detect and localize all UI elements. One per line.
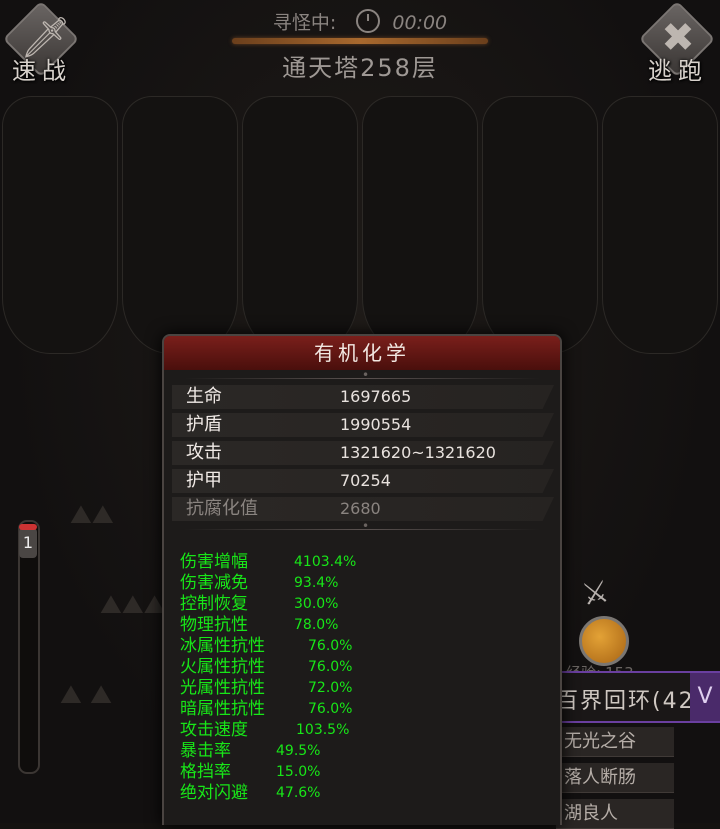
slider-handle[interactable]: 1 [19,524,37,558]
stat-label: 护盾 [186,414,222,435]
bonus-stat-value: 78.0% [294,617,339,633]
divider [184,519,540,533]
stat-row: 生命 1697665 [172,385,554,409]
bonus-stat-label: 伤害增幅 [180,552,248,572]
bonus-stat-value: 4103.4% [294,554,357,570]
bonus-stat-row: 伤害增幅 4103.4% [180,552,356,573]
bonus-stat-row: 暴击率 49.5% [180,741,320,762]
bonus-stat-row: 火属性抗性 76.0% [180,657,352,678]
bonus-stat-row: 伤害减免 93.4% [180,573,338,594]
monster-slot[interactable] [122,96,238,354]
map-list-item[interactable]: 落人断肠 [556,763,674,793]
map-selector[interactable]: 百界回环(42) V [556,671,720,723]
bonus-stat-label: 攻击速度 [180,720,248,740]
bonus-stat-value: 47.6% [276,785,321,801]
stat-row: 攻击 1321620~1321620 [172,441,554,465]
map-sketch: ⛰⛰ [70,500,114,530]
bonus-stat-label: 冰属性抗性 [180,636,265,656]
bonus-stat-value: 76.0% [308,659,353,675]
search-progress-bar [232,38,488,44]
search-label: 寻怪中: [272,12,337,34]
bonus-stat-row: 攻击速度 103.5% [180,720,349,741]
stat-label: 攻击 [186,442,222,463]
stat-label: 生命 [186,386,222,407]
stat-value: 70254 [340,471,391,490]
stat-value: 2680 [340,499,381,518]
monster-name: 有机化学 [164,336,560,370]
bonus-stat-value: 103.5% [296,722,350,738]
bonus-stat-label: 暗属性抗性 [180,699,265,719]
bonus-stat-value: 76.0% [308,638,353,654]
stat-row: 护盾 1990554 [172,413,554,437]
bonus-stat-row: 格挡率 15.0% [180,762,320,783]
bonus-stat-row: 冰属性抗性 76.0% [180,636,352,657]
bonus-stat-row: 暗属性抗性 76.0% [180,699,352,720]
bonus-stat-row: 绝对闪避 47.6% [180,783,320,804]
clock-icon [356,9,381,33]
map-list-item[interactable]: 湖良人 [556,799,674,829]
bonus-stat-value: 30.0% [294,596,339,612]
floor-title: 通天塔258层 [282,54,438,82]
progress-fill [232,38,488,44]
stat-label: 护甲 [186,470,222,491]
bonus-stat-label: 火属性抗性 [180,657,265,677]
bonus-stat-label: 绝对闪避 [180,783,248,803]
bonus-stat-row: 控制恢复 30.0% [180,594,338,615]
bonus-stat-value: 15.0% [276,764,321,780]
bonus-stat-label: 控制恢复 [180,594,248,614]
stat-value: 1321620~1321620 [340,443,496,462]
monster-slot[interactable] [2,96,118,354]
divider [184,368,540,382]
bonus-stat-row: 物理抗性 78.0% [180,615,338,636]
bonus-stat-value: 93.4% [294,575,339,591]
bonus-stat-label: 物理抗性 [180,615,248,635]
gold-medal-icon[interactable] [579,616,629,666]
stat-row: 护甲 70254 [172,469,554,493]
bonus-stat-row: 光属性抗性 72.0% [180,678,352,699]
search-timer: 00:00 [392,12,448,34]
bonus-stat-label: 光属性抗性 [180,678,265,698]
stat-label: 抗腐化值 [186,498,258,519]
bonus-stat-label: 格挡率 [180,762,231,782]
level-slider[interactable]: 1 [18,520,40,774]
map-selected-name: 百界回环(42) [556,689,706,714]
bonus-stat-value: 72.0% [308,680,353,696]
bonus-stat-value: 76.0% [308,701,353,717]
monster-slot[interactable] [362,96,478,354]
monster-slot[interactable] [242,96,358,354]
stat-row: 抗腐化值 2680 [172,497,554,521]
monster-slot[interactable] [602,96,718,354]
crossed-swords-icon: ⚔ [579,573,612,614]
bonus-stat-label: 伤害减免 [180,573,248,593]
search-status: 寻怪中: 00:00 [0,8,720,35]
stat-value: 1990554 [340,415,412,434]
map-sketch: ⛰ ⛰ [60,680,112,710]
monster-info-panel: 有机化学 生命 1697665 护盾 1990554 攻击 1321620~13… [162,334,562,825]
monster-slot[interactable] [482,96,598,354]
map-list-item[interactable]: 无光之谷 [556,727,674,757]
map-sketch: ⛰⛰⛰ [100,590,166,620]
bonus-stat-value: 49.5% [276,743,321,759]
chevron-down-icon[interactable]: V [690,673,720,721]
bonus-stat-label: 暴击率 [180,741,231,761]
stat-value: 1697665 [340,387,412,406]
